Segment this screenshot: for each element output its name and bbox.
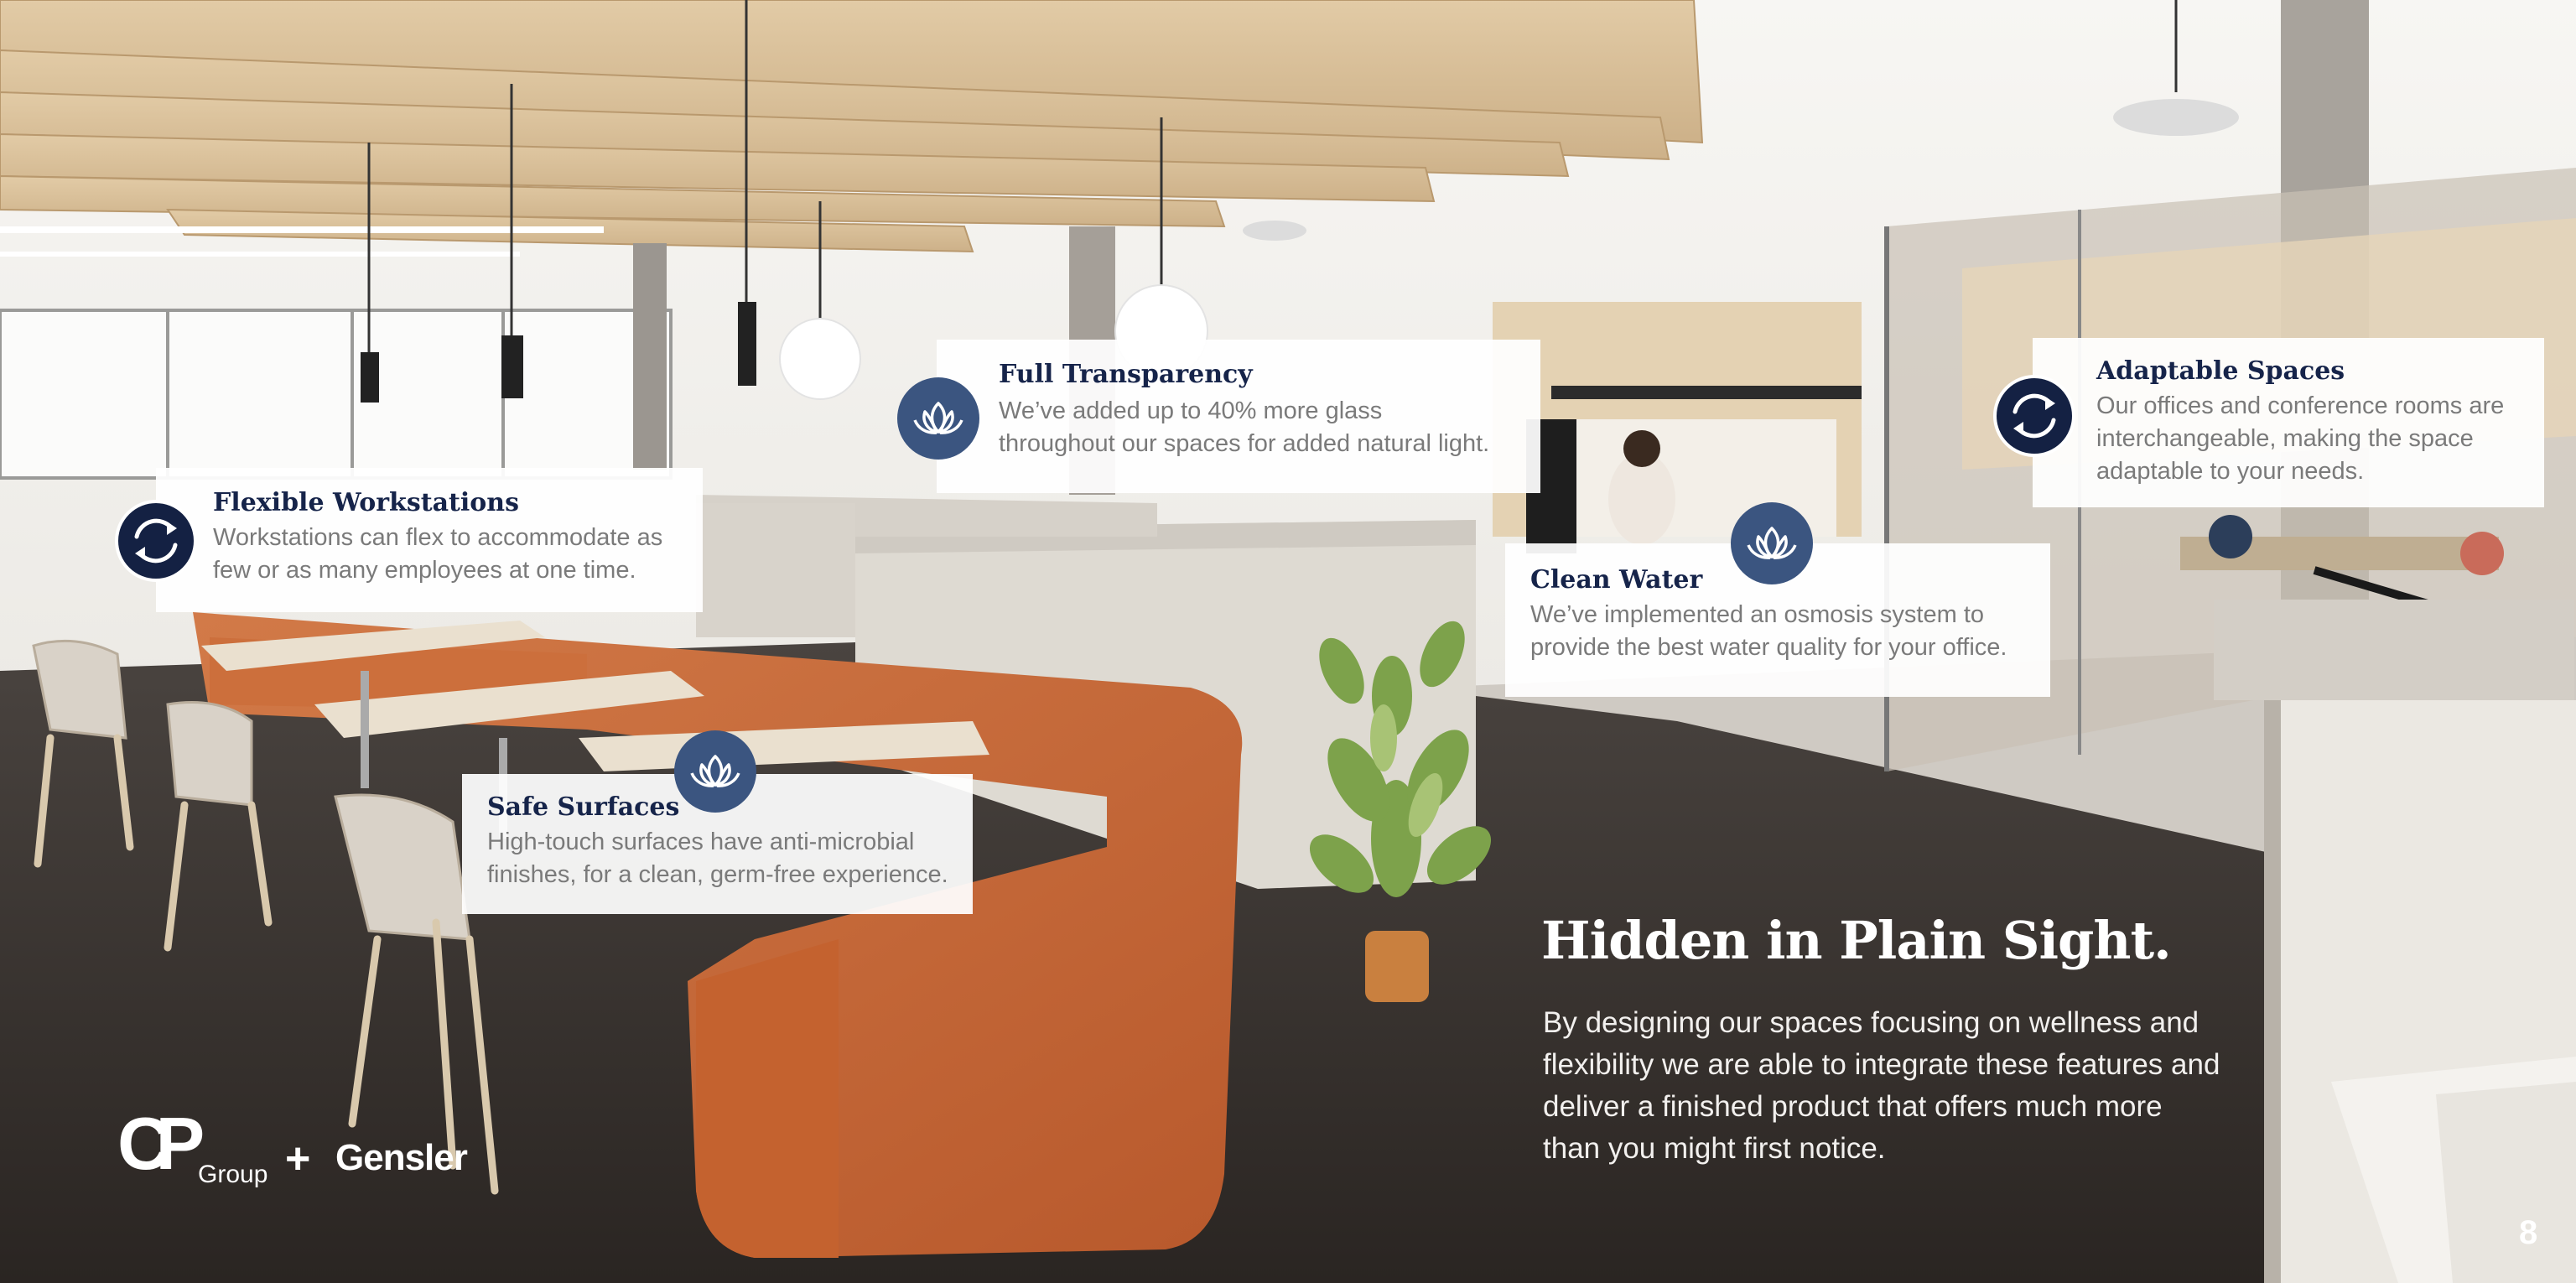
feature-description: Our offices and conference rooms are int…	[2096, 392, 2505, 485]
feature-description: We’ve implemented an osmosis system to p…	[1530, 601, 2007, 661]
page-number: 8	[2519, 1214, 2538, 1251]
feature-description: High-touch surfaces have anti-microbial …	[487, 828, 948, 888]
feature-description: Workstations can flex to accommodate as …	[213, 524, 663, 584]
refresh-cycle-icon	[115, 500, 197, 582]
feature-description: We’ve added up to 40% more glass through…	[999, 397, 1490, 457]
page-blurb: By designing our spaces focusing on well…	[1543, 1006, 2220, 1165]
cp-logo-mark: CP	[117, 1102, 205, 1185]
feature-title: Flexible Workstations	[213, 488, 519, 517]
feature-card-flexible-workstations: Flexible Workstations Workstations can f…	[156, 468, 703, 612]
gensler-logo: Gensler	[335, 1137, 468, 1178]
feature-card-adaptable-spaces: Adaptable Spaces Our offices and confere…	[2033, 338, 2544, 507]
feature-title: Adaptable Spaces	[2096, 356, 2345, 386]
feature-title: Safe Surfaces	[487, 792, 680, 822]
logo-group-text: Group	[198, 1161, 268, 1188]
feature-title: Clean Water	[1530, 565, 1703, 595]
lotus-icon	[897, 377, 979, 460]
feature-title: Full Transparency	[999, 360, 1253, 389]
feature-card-full-transparency: Full Transparency We’ve added up to 40% …	[937, 340, 1540, 493]
logo-plus: +	[285, 1135, 311, 1183]
lotus-icon	[1731, 502, 1813, 584]
lotus-icon	[674, 730, 756, 813]
page-headline: Hidden in Plain Sight.	[1541, 910, 2172, 971]
cp-group-gensler-logo: CP Group + Gensler	[117, 1107, 470, 1199]
refresh-cycle-icon	[1993, 375, 2075, 457]
